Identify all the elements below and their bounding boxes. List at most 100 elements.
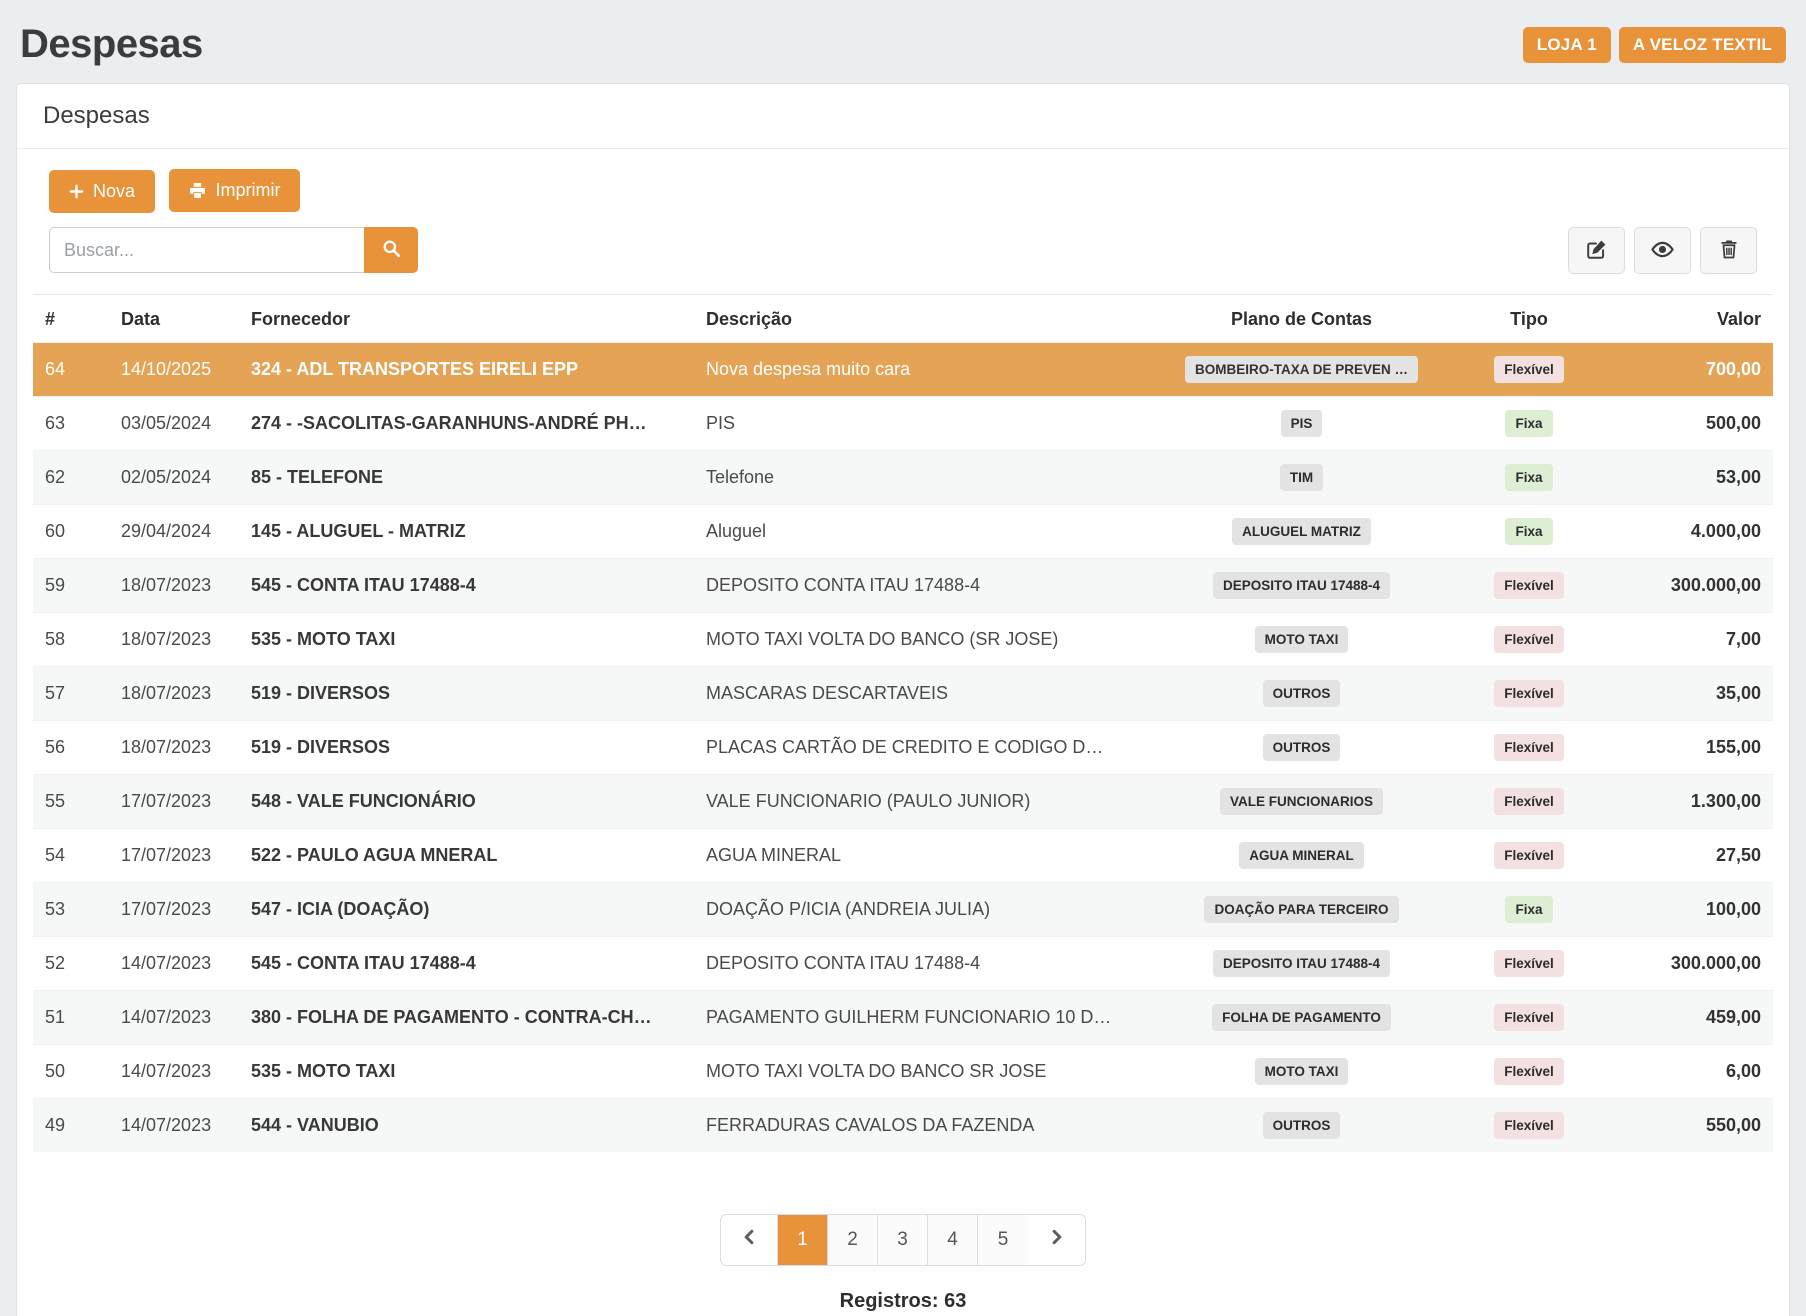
row-description: DEPOSITO CONTA ITAU 17488-4 bbox=[694, 559, 1124, 613]
table-row[interactable]: 62 02/05/2024 85 - TELEFONE Telefone TIM… bbox=[33, 451, 1773, 505]
row-id: 53 bbox=[33, 883, 109, 937]
type-badge: Flexível bbox=[1494, 626, 1564, 653]
row-id: 56 bbox=[33, 721, 109, 775]
row-supplier: 544 - VANUBIO bbox=[239, 1099, 694, 1153]
row-value: 700,00 bbox=[1579, 343, 1773, 397]
pagination-page-button[interactable]: 3 bbox=[878, 1215, 928, 1265]
type-badge: Flexível bbox=[1494, 950, 1564, 977]
row-type: Flexível bbox=[1479, 721, 1579, 775]
row-type: Flexível bbox=[1479, 559, 1579, 613]
panel-body: Nova Imprimir bbox=[17, 149, 1789, 1316]
pagination-page-button[interactable]: 2 bbox=[828, 1215, 878, 1265]
row-supplier: 535 - MOTO TAXI bbox=[239, 1045, 694, 1099]
row-id: 59 bbox=[33, 559, 109, 613]
column-header-date: Data bbox=[109, 295, 239, 343]
print-label: Imprimir bbox=[215, 180, 280, 201]
row-type: Fixa bbox=[1479, 451, 1579, 505]
row-value: 6,00 bbox=[1579, 1045, 1773, 1099]
table-row[interactable]: 54 17/07/2023 522 - PAULO AGUA MNERAL AG… bbox=[33, 829, 1773, 883]
column-header-description: Descrição bbox=[694, 295, 1124, 343]
row-supplier: 519 - DIVERSOS bbox=[239, 667, 694, 721]
column-header-supplier: Fornecedor bbox=[239, 295, 694, 343]
row-date: 18/07/2023 bbox=[109, 559, 239, 613]
row-description: PIS bbox=[694, 397, 1124, 451]
column-header-id: # bbox=[33, 295, 109, 343]
pagination-next-button[interactable] bbox=[1028, 1215, 1085, 1265]
row-description: PLACAS CARTÃO DE CREDITO E CODIGO DE DEF… bbox=[694, 721, 1124, 775]
pagination-prev-button[interactable] bbox=[721, 1215, 778, 1265]
table-row[interactable]: 59 18/07/2023 545 - CONTA ITAU 17488-4 D… bbox=[33, 559, 1773, 613]
row-id: 54 bbox=[33, 829, 109, 883]
row-date: 14/07/2023 bbox=[109, 1099, 239, 1153]
account-badge: BOMBEIRO-TAXA DE PREVEN … bbox=[1185, 356, 1418, 383]
pagination: 12345 bbox=[720, 1214, 1086, 1266]
row-value: 1.300,00 bbox=[1579, 775, 1773, 829]
pagination-page-button[interactable]: 4 bbox=[928, 1215, 978, 1265]
row-id: 60 bbox=[33, 505, 109, 559]
table-row[interactable]: 52 14/07/2023 545 - CONTA ITAU 17488-4 D… bbox=[33, 937, 1773, 991]
row-date: 17/07/2023 bbox=[109, 883, 239, 937]
row-type: Flexível bbox=[1479, 991, 1579, 1045]
search-icon bbox=[382, 239, 401, 261]
row-type: Flexível bbox=[1479, 613, 1579, 667]
table-row[interactable]: 50 14/07/2023 535 - MOTO TAXI MOTO TAXI … bbox=[33, 1045, 1773, 1099]
page-top-bar: Despesas LOJA 1 A VELOZ TEXTIL bbox=[16, 16, 1790, 83]
row-description: MOTO TAXI VOLTA DO BANCO (SR JOSE) bbox=[694, 613, 1124, 667]
type-badge: Flexível bbox=[1494, 734, 1564, 761]
table-row[interactable]: 49 14/07/2023 544 - VANUBIO FERRADURAS C… bbox=[33, 1099, 1773, 1153]
row-supplier: 380 - FOLHA DE PAGAMENTO - CONTRA-CH… bbox=[239, 991, 694, 1045]
row-type: Flexível bbox=[1479, 1099, 1579, 1153]
view-button[interactable] bbox=[1634, 227, 1691, 274]
edit-button[interactable] bbox=[1568, 227, 1625, 274]
new-expense-button[interactable]: Nova bbox=[49, 170, 155, 213]
table-row[interactable]: 51 14/07/2023 380 - FOLHA DE PAGAMENTO -… bbox=[33, 991, 1773, 1045]
delete-button[interactable] bbox=[1700, 227, 1757, 274]
page-title: Despesas bbox=[20, 22, 203, 67]
row-description: Telefone bbox=[694, 451, 1124, 505]
table-row[interactable]: 64 14/10/2025 324 - ADL TRANSPORTES EIRE… bbox=[33, 343, 1773, 397]
table-row[interactable]: 57 18/07/2023 519 - DIVERSOS MASCARAS DE… bbox=[33, 667, 1773, 721]
row-id: 64 bbox=[33, 343, 109, 397]
row-date: 18/07/2023 bbox=[109, 613, 239, 667]
row-type: Fixa bbox=[1479, 397, 1579, 451]
search-button[interactable] bbox=[364, 227, 418, 273]
row-id: 62 bbox=[33, 451, 109, 505]
type-badge: Flexível bbox=[1494, 1058, 1564, 1085]
pagination-page-button[interactable]: 1 bbox=[778, 1215, 828, 1265]
row-id: 58 bbox=[33, 613, 109, 667]
row-account: PIS bbox=[1124, 397, 1479, 451]
panel-title: Despesas bbox=[17, 84, 1789, 149]
row-type: Fixa bbox=[1479, 505, 1579, 559]
table-row[interactable]: 56 18/07/2023 519 - DIVERSOS PLACAS CART… bbox=[33, 721, 1773, 775]
account-badge: DOAÇÃO PARA TERCEIRO bbox=[1204, 896, 1398, 923]
row-id: 51 bbox=[33, 991, 109, 1045]
row-description: Nova despesa muito cara bbox=[694, 343, 1124, 397]
pagination-page-button[interactable]: 5 bbox=[978, 1215, 1028, 1265]
table-row[interactable]: 53 17/07/2023 547 - ICIA (DOAÇÃO) DOAÇÃO… bbox=[33, 883, 1773, 937]
table-row[interactable]: 55 17/07/2023 548 - VALE FUNCIONÁRIO VAL… bbox=[33, 775, 1773, 829]
table-row[interactable]: 60 29/04/2024 145 - ALUGUEL - MATRIZ Alu… bbox=[33, 505, 1773, 559]
type-badge: Fixa bbox=[1505, 896, 1552, 923]
row-account: ALUGUEL MATRIZ bbox=[1124, 505, 1479, 559]
table-row[interactable]: 63 03/05/2024 274 - -SACOLITAS-GARANHUNS… bbox=[33, 397, 1773, 451]
account-badge: OUTROS bbox=[1263, 734, 1341, 761]
search-row bbox=[49, 227, 1757, 274]
row-date: 18/07/2023 bbox=[109, 721, 239, 775]
store-badge-loja[interactable]: LOJA 1 bbox=[1523, 27, 1611, 63]
table-row[interactable]: 58 18/07/2023 535 - MOTO TAXI MOTO TAXI … bbox=[33, 613, 1773, 667]
row-date: 29/04/2024 bbox=[109, 505, 239, 559]
row-id: 63 bbox=[33, 397, 109, 451]
search-input[interactable] bbox=[49, 227, 364, 273]
type-badge: Fixa bbox=[1505, 410, 1552, 437]
row-description: VALE FUNCIONARIO (PAULO JUNIOR) bbox=[694, 775, 1124, 829]
account-badge: MOTO TAXI bbox=[1255, 626, 1349, 653]
row-date: 17/07/2023 bbox=[109, 775, 239, 829]
row-type: Flexível bbox=[1479, 343, 1579, 397]
account-badge: FOLHA DE PAGAMENTO bbox=[1212, 1004, 1391, 1031]
store-badge-company[interactable]: A VELOZ TEXTIL bbox=[1619, 27, 1786, 63]
row-id: 52 bbox=[33, 937, 109, 991]
expense-table-body: 64 14/10/2025 324 - ADL TRANSPORTES EIRE… bbox=[33, 343, 1773, 1153]
print-button[interactable]: Imprimir bbox=[169, 169, 300, 212]
row-description: DOAÇÃO P/ICIA (ANDREIA JULIA) bbox=[694, 883, 1124, 937]
row-date: 18/07/2023 bbox=[109, 667, 239, 721]
